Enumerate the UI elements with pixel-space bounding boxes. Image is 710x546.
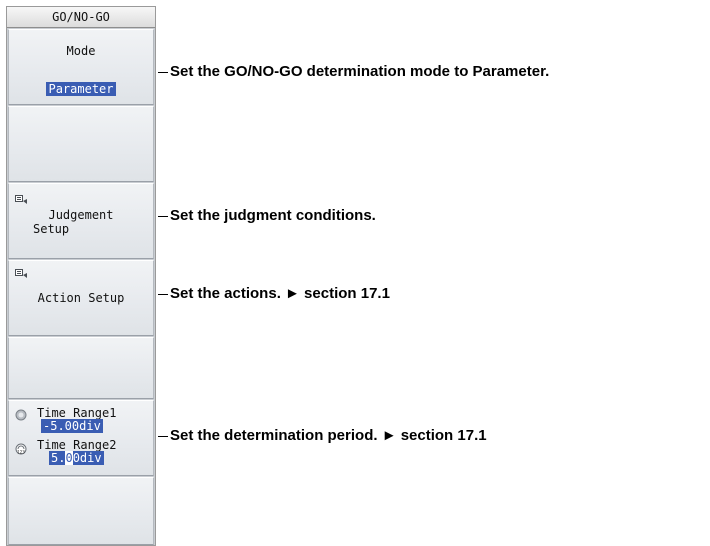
mode-value: Parameter [46,82,116,96]
panel-title: GO/NO-GO [7,7,155,28]
action-setup-label: Action Setup [37,291,125,305]
callout-action: Set the actions. ► section 17.1 [170,285,390,302]
callout-judgement: Set the judgment conditions. [170,207,376,224]
callout-line-mode [158,72,168,73]
judgement-label-line1: Judgement [48,208,114,222]
callout-mode: Set the GO/NO-GO determination mode to P… [170,63,550,80]
callout-line-action [158,294,168,295]
submenu-icon [15,269,27,278]
judgement-label-line2: Setup [33,222,70,236]
empty-softkey-3 [8,477,154,545]
time-range2-suffix: 0div [72,451,104,465]
time-range2-cursor-digit: 0 [65,451,73,465]
time-range1-label: Time Range1 [37,406,117,420]
submenu-icon [15,195,27,204]
mode-label: Mode [66,44,96,58]
action-setup-button[interactable]: Action Setup [8,260,154,336]
callout-line-judgement [158,216,168,217]
time-range-button[interactable]: Time Range1 -5.00div 123 Time Range2 5.0… [8,400,154,476]
callout-period: Set the determination period. ► section … [170,427,487,444]
gonogo-softkey-panel: GO/NO-GO Mode Parameter Judgement Setup … [6,6,156,546]
empty-softkey-2 [8,337,154,399]
mode-button[interactable]: Mode Parameter [8,29,154,105]
time-range1-value: -5.00div [41,419,103,433]
time-range2-label: Time Range2 [37,438,117,452]
callout-line-period [158,436,168,437]
empty-softkey-1 [8,106,154,182]
judgement-setup-button[interactable]: Judgement Setup [8,183,154,259]
time-range2-prefix: 5. [49,451,66,465]
time-range2-value: 5.00div [9,451,153,465]
